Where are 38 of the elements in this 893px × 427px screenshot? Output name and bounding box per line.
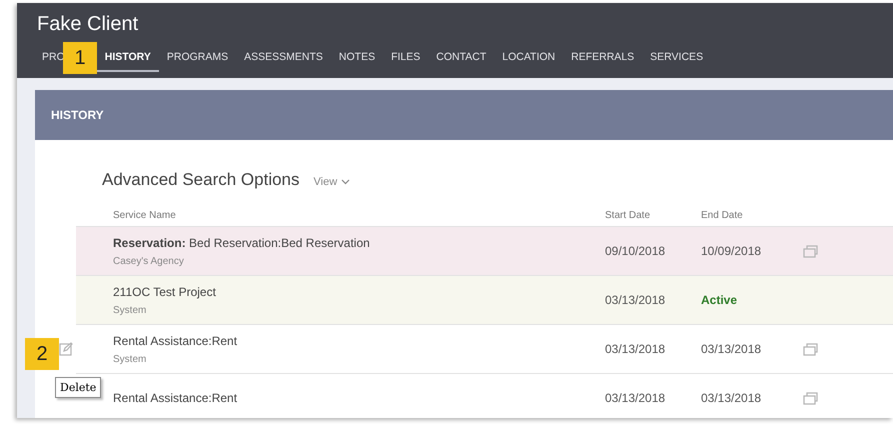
callout-badge: 2 xyxy=(25,338,59,370)
copy-icon[interactable] xyxy=(803,392,818,404)
nav-tab[interactable]: REFERRALS xyxy=(563,47,642,72)
service-source: Casey's Agency xyxy=(113,256,184,266)
start-date: 03/13/2018 xyxy=(605,293,666,307)
service-name: 211OC Test Project xyxy=(113,284,216,298)
nav-tab[interactable]: ASSESSMENTS xyxy=(236,47,331,72)
service-source: System xyxy=(113,304,146,316)
start-date: 03/13/2018 xyxy=(605,342,666,356)
tooltip: Delete xyxy=(55,377,102,398)
view-button[interactable]: View xyxy=(314,176,350,188)
nav-tab[interactable]: CONTACT xyxy=(428,47,494,72)
callout-badge: 1 xyxy=(63,42,97,74)
search-heading: Advanced Search Options xyxy=(102,170,300,190)
service-name: Rental Assistance:Rent xyxy=(113,334,238,348)
nav-tab[interactable]: LOCATION xyxy=(494,47,564,72)
end-date: 03/13/2018 xyxy=(701,391,762,405)
nav-tab[interactable]: FILES xyxy=(383,47,428,72)
end-date: 03/13/2018 xyxy=(701,342,762,356)
column-header: Service Name xyxy=(112,210,177,223)
copy-icon[interactable] xyxy=(803,342,818,356)
start-date: 09/10/2018 xyxy=(605,244,666,258)
panel-title: HISTORY xyxy=(51,108,104,122)
service-name: Rental Assistance:Rent xyxy=(113,391,238,405)
copy-icon[interactable] xyxy=(803,244,818,258)
end-date: 10/09/2018 xyxy=(701,244,762,258)
nav-tab[interactable]: NOTES xyxy=(330,47,384,72)
edit-icon[interactable] xyxy=(59,342,73,356)
column-header: Start Date xyxy=(605,210,652,223)
chevron-icon xyxy=(341,179,350,185)
nav-tab[interactable]: SERVICES xyxy=(642,47,712,72)
nav-tab[interactable]: PROGRAMS xyxy=(158,47,236,72)
start-date: 03/13/2018 xyxy=(605,391,666,405)
status-label: Active xyxy=(701,293,738,307)
column-header: End Date xyxy=(701,210,744,223)
client-name: Fake Client xyxy=(37,13,140,36)
service-source: System xyxy=(113,354,146,364)
service-name: Reservation:Bed Reservation:Bed Reservation xyxy=(113,236,370,250)
